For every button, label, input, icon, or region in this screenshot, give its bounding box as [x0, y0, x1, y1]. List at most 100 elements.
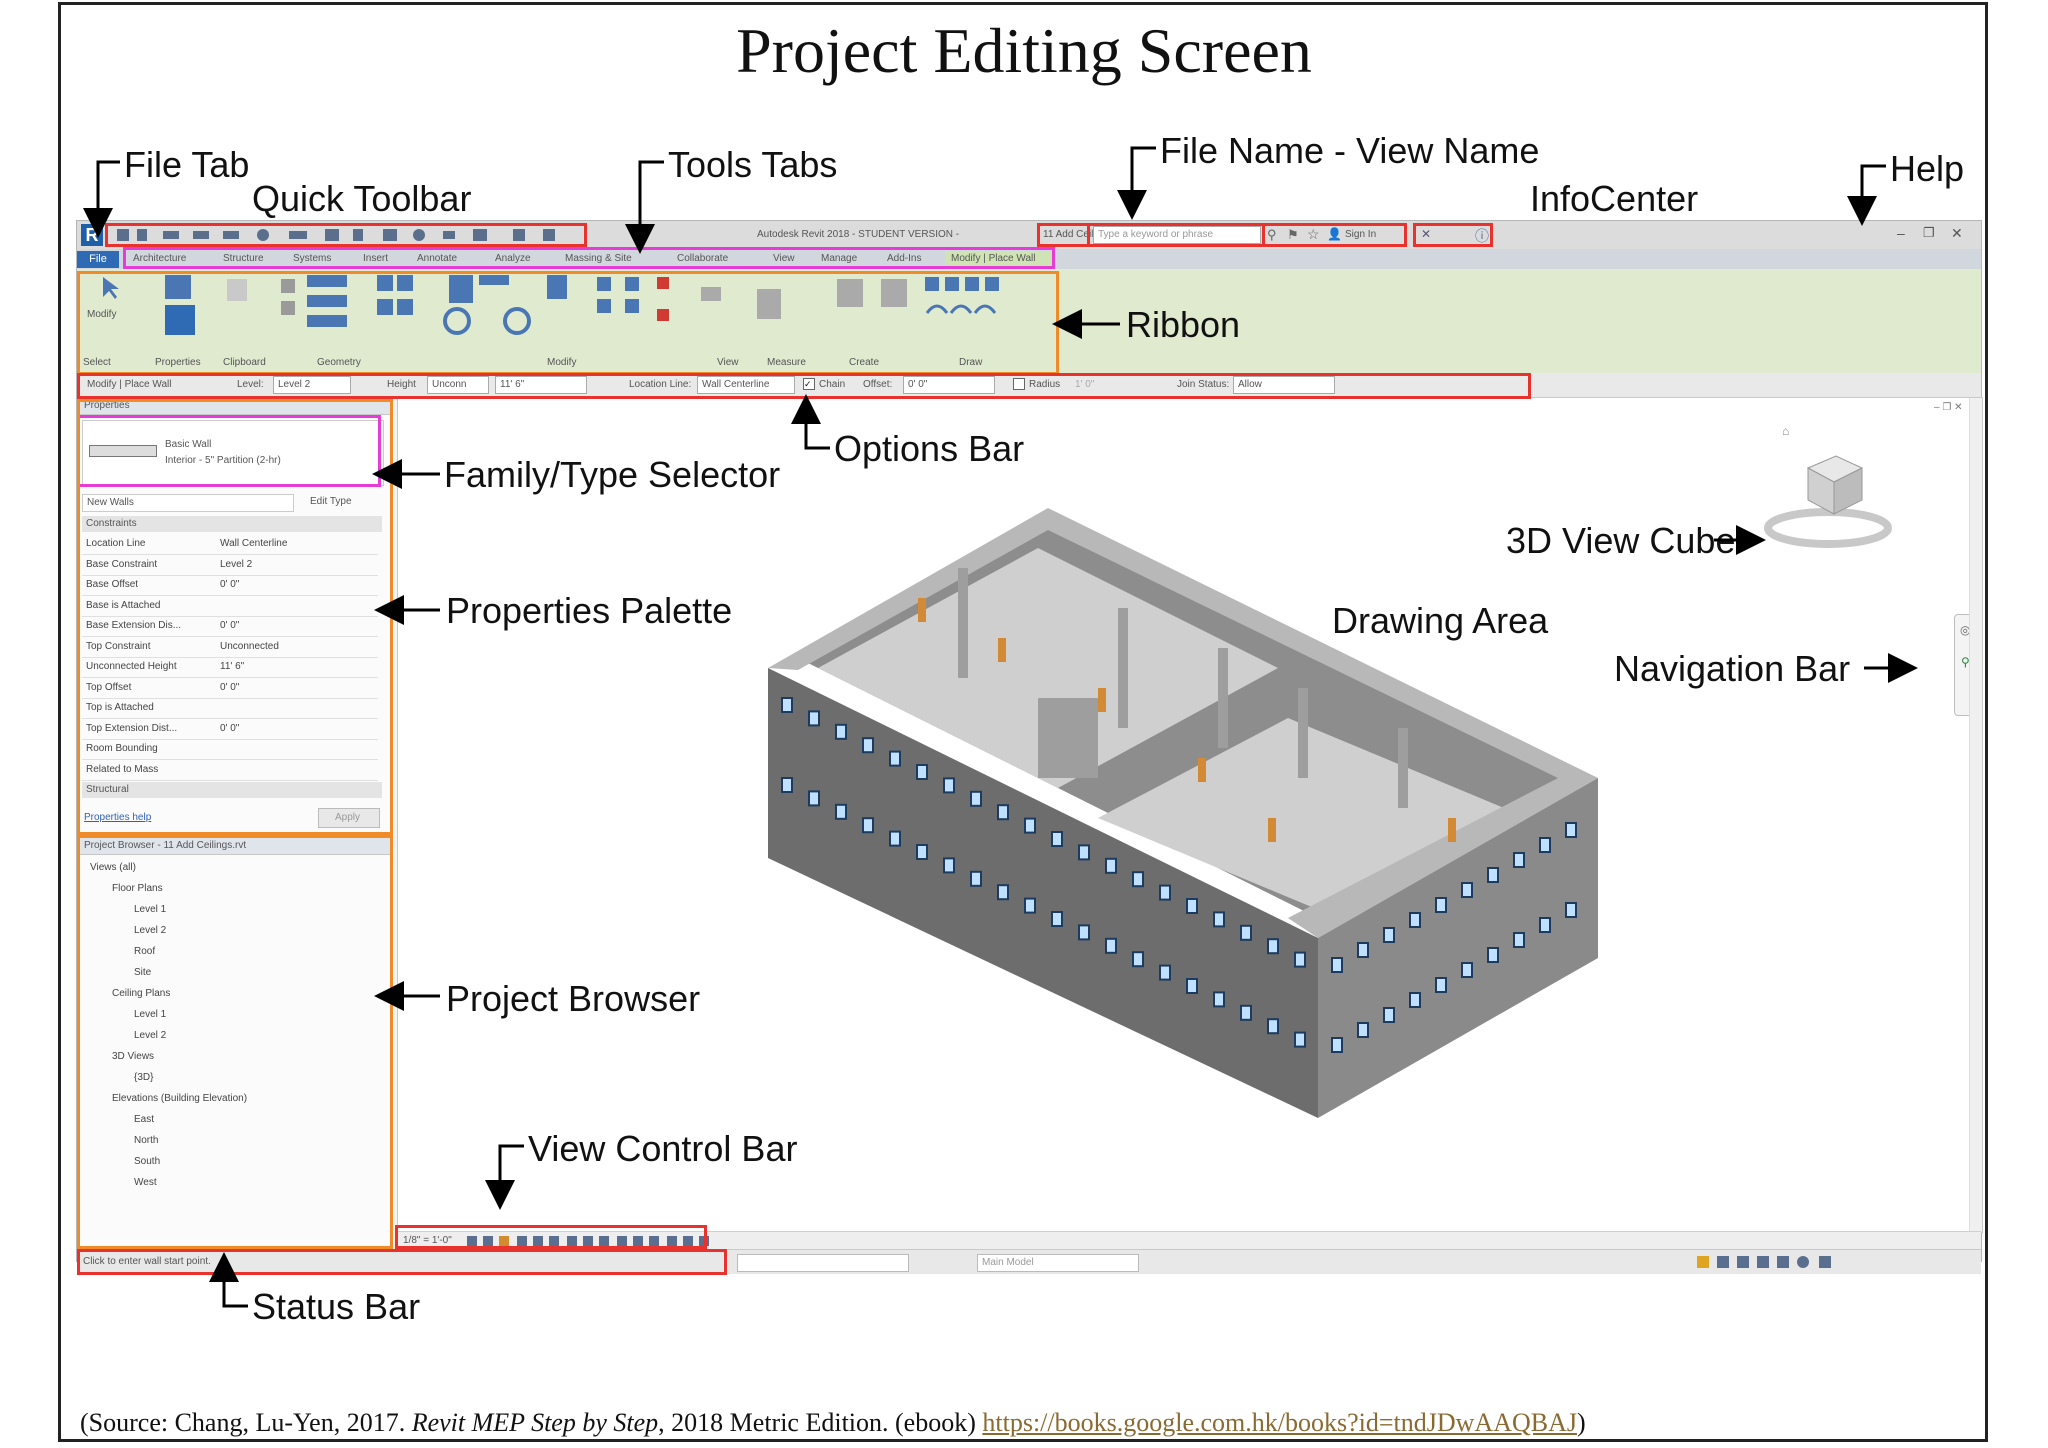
window — [835, 803, 847, 820]
window — [1186, 978, 1198, 994]
window — [1435, 897, 1447, 913]
window — [889, 830, 901, 847]
window — [1383, 927, 1395, 943]
view-control-bar-highlight — [395, 1225, 707, 1249]
window — [916, 764, 928, 780]
window — [916, 844, 928, 860]
window — [1513, 852, 1525, 868]
window — [1132, 871, 1144, 888]
window — [1461, 962, 1473, 978]
selection-filter-icons[interactable] — [1697, 1252, 1857, 1272]
callout-ribbon: Ribbon — [1126, 304, 1241, 345]
file-tab-label: File — [89, 253, 107, 265]
drawing-area[interactable]: ⌂ – ❐ ✕ ◎ ⚲ — [397, 397, 1983, 1233]
window — [808, 710, 820, 727]
window — [781, 777, 793, 793]
window — [1159, 884, 1171, 901]
callout-properties-palette: Properties Palette — [446, 590, 733, 631]
source-suffix: , 2018 Metric Edition. (ebook) — [658, 1408, 983, 1437]
building-3d-model — [768, 508, 1598, 1118]
callout-family-type-selector: Family/Type Selector — [444, 454, 781, 495]
infocenter-search-highlight — [1087, 223, 1407, 247]
window — [1487, 867, 1499, 883]
window — [1383, 1007, 1395, 1023]
view-minimize-icon[interactable]: – ❐ ✕ — [1934, 402, 1962, 413]
window — [1213, 991, 1225, 1008]
window — [1409, 912, 1421, 928]
project-browser-highlight — [77, 835, 393, 1249]
view-cube-widget[interactable] — [1758, 428, 1898, 548]
window — [1078, 844, 1090, 861]
window — [1024, 897, 1036, 914]
window — [1294, 951, 1306, 968]
callout-view-control-bar: View Control Bar — [528, 1128, 798, 1169]
options-bar-highlight — [77, 373, 1531, 399]
window — [1051, 831, 1063, 847]
revit-logo[interactable]: R — [81, 224, 103, 246]
window — [1331, 957, 1343, 973]
tools-tabs-highlight — [123, 247, 1055, 269]
window — [889, 750, 901, 767]
status-bar-highlight — [77, 1249, 727, 1275]
window — [1267, 1018, 1279, 1035]
window — [781, 697, 793, 713]
window — [970, 870, 982, 887]
figure-title: Project Editing Screen — [736, 15, 1312, 86]
callout-tools-tabs: Tools Tabs — [668, 144, 838, 185]
callout-status-bar: Status Bar — [252, 1286, 421, 1327]
window — [1294, 1031, 1306, 1048]
source-book-title: Revit MEP Step by Step — [411, 1408, 659, 1437]
window — [1409, 992, 1421, 1008]
main-model-label: Main Model — [982, 1257, 1034, 1268]
window — [1539, 837, 1551, 853]
callout-file-view-name: File Name - View Name — [1160, 130, 1540, 171]
view-cube-home-icon[interactable]: ⌂ — [1782, 424, 1789, 438]
vertical-scrollbar[interactable] — [1969, 398, 1982, 1232]
window — [997, 804, 1009, 821]
window — [1051, 911, 1063, 927]
properties-palette-highlight — [77, 399, 393, 835]
callout-navigation-bar: Navigation Bar — [1614, 648, 1851, 689]
window — [835, 723, 847, 740]
design-option-select[interactable]: Main Model — [977, 1254, 1139, 1272]
window — [1024, 817, 1036, 834]
window — [1105, 857, 1117, 874]
source-link[interactable]: https://books.google.com.hk/books?id=tnd… — [982, 1408, 1577, 1437]
window — [1487, 947, 1499, 963]
quick-toolbar-highlight — [105, 223, 587, 247]
revit-window: R Autodesk Revit 2018 - STUDENT VERSION … — [76, 220, 1983, 1275]
window — [1565, 822, 1577, 838]
window — [943, 857, 955, 874]
window — [1331, 1037, 1343, 1053]
window — [1213, 911, 1225, 928]
callout-file-tab: File Tab — [124, 144, 250, 185]
window — [997, 884, 1009, 901]
workset-select[interactable] — [737, 1254, 909, 1272]
callout-infocenter: InfoCenter — [1530, 178, 1699, 219]
ribbon-highlight — [77, 271, 1059, 375]
window — [1513, 932, 1525, 948]
window — [1461, 882, 1473, 898]
window — [1105, 937, 1117, 954]
callout-help: Help — [1890, 148, 1965, 189]
restore-icon[interactable]: ❐ — [1923, 225, 1935, 241]
callout-project-browser: Project Browser — [446, 978, 701, 1019]
source-close: ) — [1577, 1408, 1586, 1437]
close-icon[interactable]: ✕ — [1951, 225, 1963, 242]
window — [1132, 951, 1144, 968]
window — [943, 777, 955, 794]
window — [862, 817, 874, 834]
window — [1357, 1022, 1369, 1038]
window — [1240, 1004, 1252, 1021]
window — [1240, 924, 1252, 941]
window — [1267, 938, 1279, 955]
window — [862, 737, 874, 754]
window — [1539, 917, 1551, 933]
window — [1078, 924, 1090, 941]
minimize-icon[interactable]: – — [1897, 225, 1905, 241]
source-prefix: (Source: Chang, Lu-Yen, 2017. — [80, 1408, 412, 1437]
app-title: Autodesk Revit 2018 - STUDENT VERSION - — [757, 229, 960, 240]
callout-options-bar: Options Bar — [834, 428, 1025, 469]
file-tab[interactable]: File — [77, 251, 119, 268]
callout-view-cube: 3D View Cube — [1506, 520, 1736, 561]
